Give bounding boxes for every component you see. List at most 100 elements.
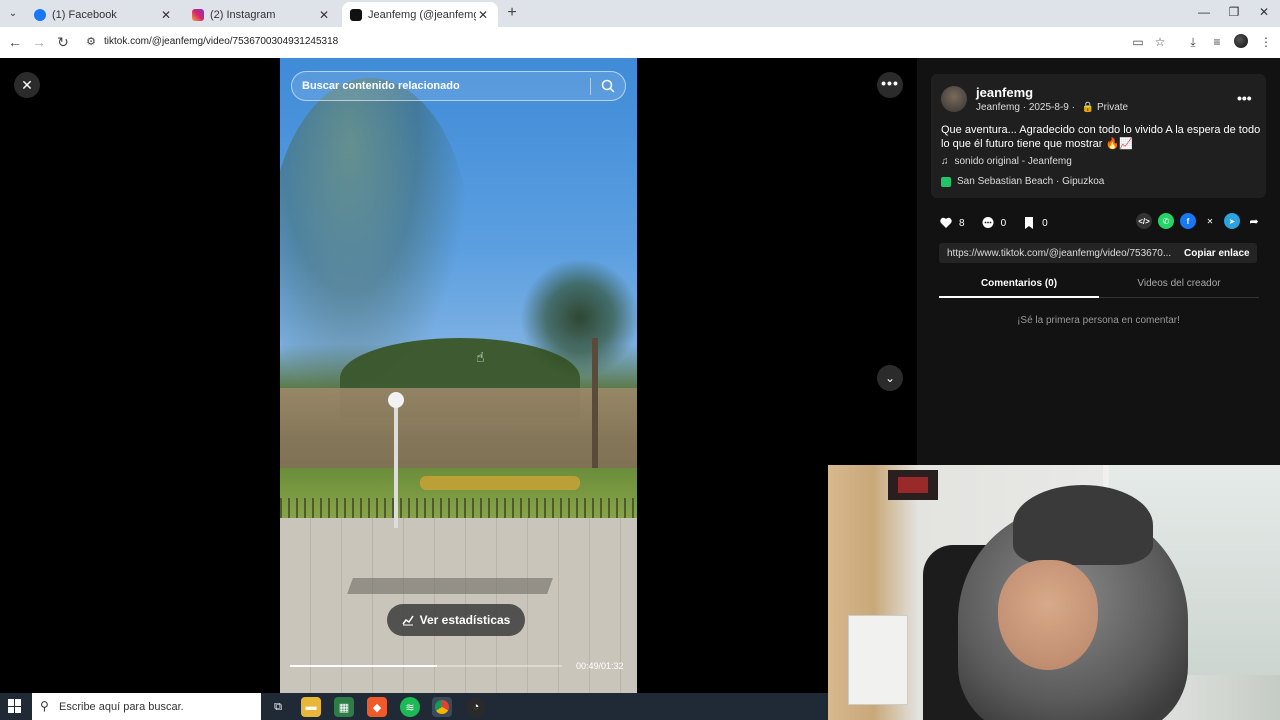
location-name: San Sebastian Beach · Gipuzkoa (957, 176, 1105, 187)
close-video-button[interactable]: ✕ (14, 72, 40, 98)
comment-count: 0 (1000, 217, 1007, 229)
video-scene-flowers (420, 476, 580, 490)
video-scene-tree (280, 78, 470, 408)
embed-code-icon[interactable]: </> (1136, 213, 1152, 229)
like-button[interactable]: 8 (939, 216, 965, 230)
tiktok-icon (350, 8, 362, 21)
chrome-icon[interactable] (432, 697, 452, 717)
profile-avatar[interactable] (1234, 34, 1248, 48)
close-icon[interactable]: ✕ (476, 8, 490, 22)
post-more-icon[interactable]: ••• (1237, 90, 1252, 106)
tab-title: (2) Instagram (210, 8, 276, 21)
search-divider (590, 78, 591, 95)
restore-icon[interactable]: ❐ (1226, 5, 1242, 19)
sound-row[interactable]: ♫ sonido original - Jeanfemg (941, 156, 1072, 167)
video-scene-building (280, 388, 637, 478)
location-pin-icon (941, 176, 951, 187)
back-icon[interactable]: ← (6, 33, 24, 51)
share-actions: </> ✆ f ✕ ➤ ➦ (1136, 213, 1262, 229)
creator-display-name: Jeanfemg (976, 102, 1020, 113)
search-icon[interactable] (601, 79, 615, 93)
tab-instagram[interactable]: (2) Instagram ✕ (184, 2, 339, 27)
chrome-logo (435, 700, 449, 714)
video-timecode: 00:49/01:32 (576, 661, 624, 671)
close-icon[interactable]: ✕ (317, 8, 331, 22)
brave-icon[interactable]: ◆ (367, 697, 387, 717)
creator-username[interactable]: jeanfemg (976, 85, 1033, 100)
tab-creator-videos[interactable]: Videos del creador (1099, 278, 1259, 289)
comment-bubble-icon (982, 217, 994, 228)
tab-title: (1) Facebook (52, 8, 117, 21)
post-info-card: jeanfemg Jeanfemg · 2025-8-9 · 🔒 Private… (931, 74, 1266, 198)
whatsapp-icon[interactable]: ✆ (1158, 213, 1174, 229)
browser-tab-strip: ⌄ (1) Facebook ✕ (2) Instagram ✕ Jeanfem… (0, 0, 1280, 27)
video-scene-palm (520, 258, 637, 378)
lock-icon: 🔒 (1081, 102, 1095, 113)
tab-comments[interactable]: Comentarios (0) (939, 278, 1099, 289)
tab-title: Jeanfemg (@jeanfemg) | Ti (368, 8, 476, 21)
tab-facebook[interactable]: (1) Facebook ✕ (26, 2, 181, 27)
bookmark-icon (1025, 217, 1034, 229)
browser-toolbar: ← → ↻ ⚙ tiktok.com/@jeanfemg/video/75367… (0, 27, 1280, 58)
panel-tabs: Comentarios (0) Videos del creador (939, 274, 1259, 298)
reading-list-icon[interactable]: ≡ (1209, 34, 1225, 50)
share-arrow-icon[interactable]: ➦ (1246, 213, 1262, 229)
more-options-button[interactable]: ••• (877, 72, 903, 98)
reload-icon[interactable]: ↻ (54, 33, 72, 51)
post-description: Que aventura... Agradecido con todo lo v… (941, 124, 1261, 150)
tab-tiktok[interactable]: Jeanfemg (@jeanfemg) | Ti ✕ (342, 2, 498, 27)
video-column: ✕ Buscar contenido relacionado Ver estad… (0, 58, 917, 693)
close-icon[interactable]: ✕ (159, 8, 173, 22)
taskbar-search-input[interactable]: Escribe aquí para buscar. (59, 701, 184, 713)
webcam-scene-cap (1013, 485, 1153, 565)
minimize-icon[interactable]: — (1196, 5, 1212, 19)
spotify-icon[interactable]: ≋ (400, 697, 420, 717)
new-tab-button[interactable]: + (503, 5, 521, 21)
download-icon[interactable]: ⤓ (1185, 34, 1201, 50)
creator-avatar[interactable] (941, 86, 967, 112)
comment-button[interactable]: 0 (981, 216, 1007, 230)
meta-separator: · (1071, 102, 1078, 113)
x-share-icon[interactable]: ✕ (1202, 213, 1218, 229)
video-player[interactable]: Buscar contenido relacionado Ver estadís… (280, 58, 637, 693)
search-icon: ⚲ (40, 699, 49, 713)
recorder-icon[interactable]: ◔ (466, 697, 486, 717)
search-input[interactable]: Buscar contenido relacionado (302, 80, 460, 92)
address-bar[interactable]: tiktok.com/@jeanfemg/video/7536700304931… (104, 36, 338, 47)
bookmark-star-icon[interactable]: ☆ (1152, 34, 1168, 50)
video-scene-lamp (394, 398, 398, 528)
copy-link-button[interactable]: Copiar enlace (1184, 248, 1250, 259)
video-progress-bar[interactable] (290, 665, 562, 667)
tab-search-chevron-icon[interactable]: ⌄ (4, 5, 22, 23)
window-close-icon[interactable]: ✕ (1256, 5, 1272, 19)
save-button[interactable]: 0 (1022, 216, 1048, 230)
share-link-text[interactable]: https://www.tiktok.com/@jeanfemg/video/7… (947, 248, 1175, 259)
taskbar-search[interactable]: ⚲ Escribe aquí para buscar. (32, 693, 261, 720)
windows-start-icon[interactable] (8, 699, 22, 713)
active-tab-indicator (939, 296, 1099, 298)
post-date: 2025-8-9 (1028, 102, 1069, 113)
save-count: 0 (1042, 217, 1048, 229)
post-meta: Jeanfemg · 2025-8-9 · 🔒 Private (976, 102, 1128, 113)
location-row[interactable]: San Sebastian Beach · Gipuzkoa (941, 176, 1104, 187)
forward-icon[interactable]: → (30, 33, 48, 51)
share-link-box: https://www.tiktok.com/@jeanfemg/video/7… (939, 243, 1257, 263)
telegram-icon[interactable]: ➤ (1224, 213, 1240, 229)
sound-name: sonido original - Jeanfemg (954, 156, 1072, 167)
cast-icon[interactable]: ▭ (1130, 34, 1146, 50)
next-video-button[interactable]: ⌄ (877, 365, 903, 391)
task-view-icon[interactable]: ⧉ (268, 697, 288, 717)
related-search-box[interactable]: Buscar contenido relacionado (291, 71, 626, 101)
webcam-scene-face (998, 560, 1098, 670)
kebab-menu-icon[interactable]: ⋮ (1258, 34, 1274, 50)
webcam-scene-monitor-screen (898, 477, 928, 493)
facebook-share-icon[interactable]: f (1180, 213, 1196, 229)
site-info-icon[interactable]: ⚙ (82, 33, 100, 51)
view-stats-button[interactable]: Ver estadísticas (387, 604, 525, 636)
store-icon[interactable]: ▦ (334, 697, 354, 717)
video-progress-fill (290, 665, 437, 667)
mouse-cursor-icon: ☝ (476, 349, 485, 365)
like-count: 8 (959, 217, 965, 229)
empty-comments-message: ¡Sé la primera persona en comentar! (1017, 315, 1180, 326)
file-explorer-icon[interactable]: ▬ (301, 697, 321, 717)
